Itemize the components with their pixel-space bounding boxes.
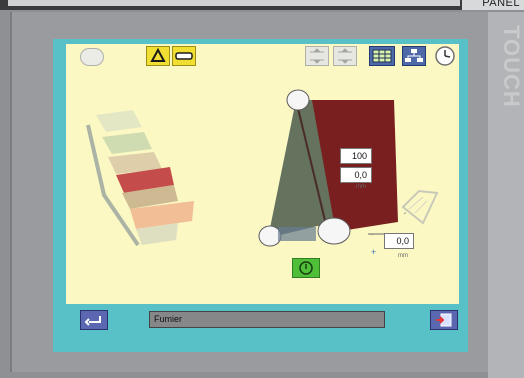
conveyor-belt-illustration <box>258 89 406 247</box>
top-strip: PANEL <box>0 0 524 10</box>
belt-offset-unit: mm <box>398 253 408 259</box>
clock-icon[interactable] <box>432 44 458 68</box>
exit-door-icon <box>436 313 452 327</box>
belt-tension-unit: mm <box>356 184 366 190</box>
table-symbol <box>372 49 392 63</box>
start-button[interactable] <box>292 258 320 278</box>
recycle-symbol <box>150 47 166 62</box>
step-icon[interactable] <box>333 46 357 66</box>
table-icon[interactable] <box>369 46 395 66</box>
recycle-icon[interactable] <box>146 46 170 66</box>
belt-tension-field[interactable]: 0,0 <box>340 167 372 183</box>
cylinder-symbol <box>175 52 193 60</box>
cylinder-icon[interactable] <box>172 46 196 66</box>
network-symbol <box>405 49 423 62</box>
belt-offset-field[interactable]: 0,0 <box>384 233 414 249</box>
power-icon <box>299 261 313 275</box>
stacked-machine-illustration <box>86 110 194 247</box>
step-symbol <box>338 48 352 64</box>
belt-speed-field[interactable]: 100 <box>340 148 372 164</box>
top-strip-light <box>8 0 460 6</box>
hopper-sketch <box>401 189 439 225</box>
return-icon <box>84 316 101 326</box>
touch-label: TOUCH <box>499 25 524 108</box>
material-name-field[interactable]: Fumier <box>149 311 385 328</box>
gear-icon[interactable] <box>80 48 104 66</box>
offset-minus-sign: - <box>371 229 374 239</box>
step-symbol <box>310 48 324 64</box>
step-icon[interactable] <box>305 46 329 66</box>
clock-symbol <box>435 46 455 66</box>
return-button[interactable] <box>80 310 108 330</box>
exit-button[interactable] <box>430 310 458 330</box>
network-icon[interactable] <box>402 46 426 66</box>
panel-label: PANEL <box>482 0 520 9</box>
offset-plus-sign: + <box>371 247 377 257</box>
